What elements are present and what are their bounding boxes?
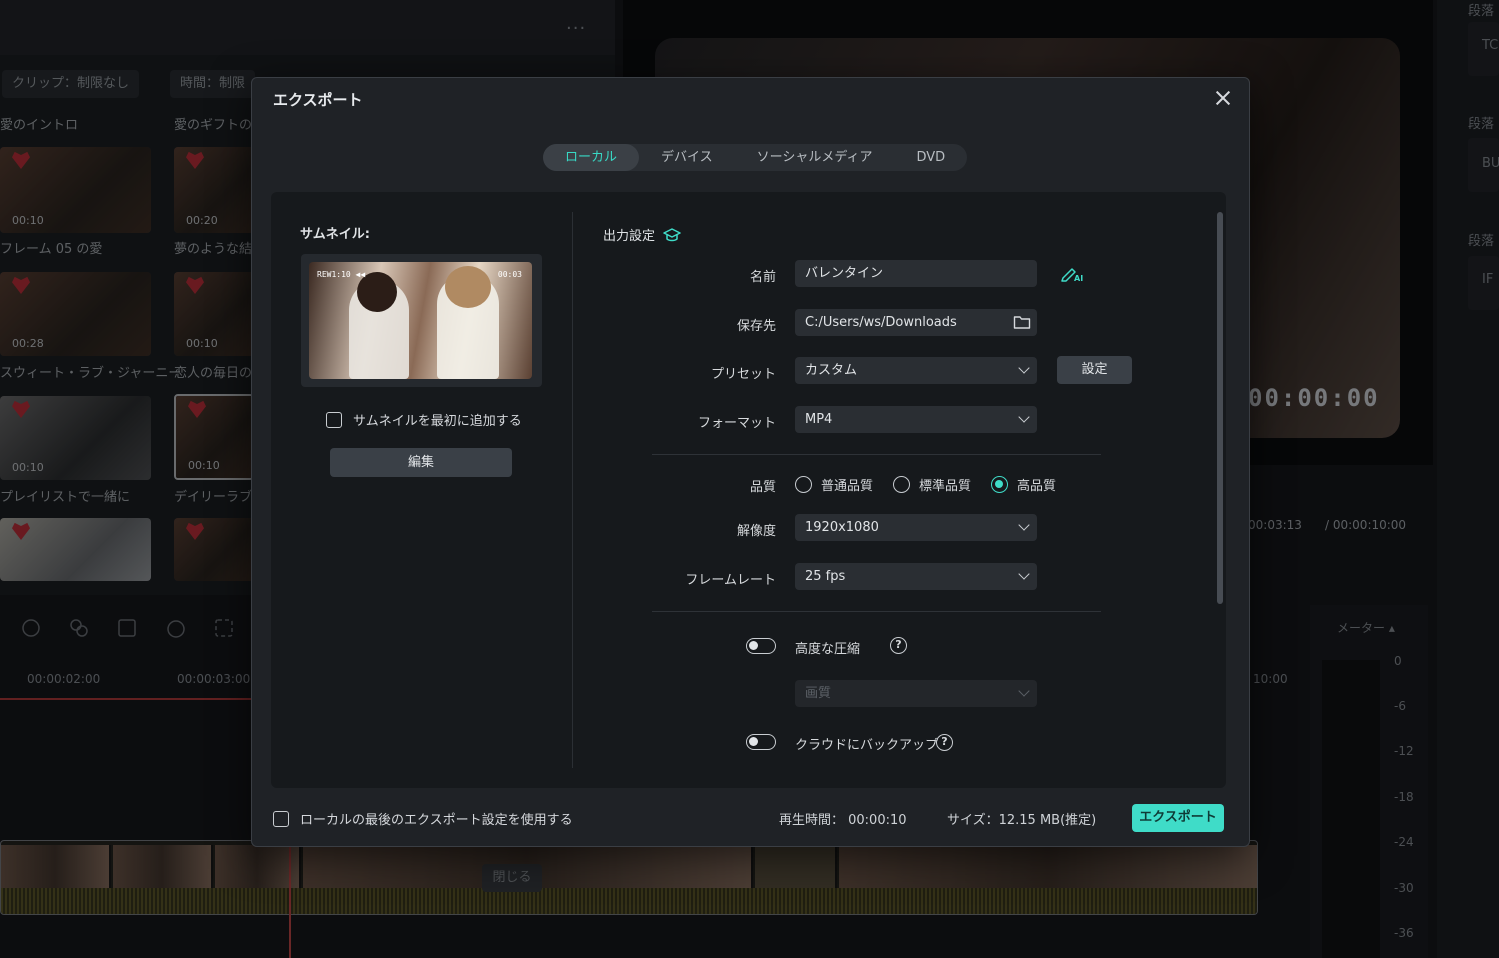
cloud-backup-toggle[interactable]	[746, 734, 776, 750]
quality-option-label: 標準品質	[919, 479, 972, 494]
quality-label: 品質	[749, 480, 776, 495]
chevron-down-icon	[1018, 519, 1030, 531]
svg-text:AI: AI	[1074, 274, 1083, 282]
chevron-down-icon	[1018, 685, 1030, 697]
thumbnail-overlay-left: REW1:10 ◀◀	[317, 270, 366, 279]
graduation-cap-icon[interactable]	[663, 227, 681, 243]
resolution-dropdown[interactable]: 1920x1080	[795, 514, 1037, 541]
framerate-value: 25 fps	[805, 569, 846, 584]
export-settings-panel: サムネイル: REW1:10 ◀◀ 00:03 サムネイルを最初に追加する 編集…	[271, 192, 1226, 788]
ai-rename-icon[interactable]: AI	[1060, 264, 1084, 282]
save-location-value: C:/Users/ws/Downloads	[805, 315, 957, 330]
output-settings-title: 出力設定	[603, 225, 681, 244]
framerate-label: フレームレート	[685, 573, 776, 588]
section-separator	[652, 611, 1101, 612]
radio-circle-selected[interactable]	[991, 476, 1009, 493]
duration-info: 再生時間： 00:00:10	[779, 813, 907, 828]
checkbox-box[interactable]	[326, 411, 342, 428]
quality-option-label: 普通品質	[821, 479, 874, 494]
resolution-label: 解像度	[736, 524, 776, 539]
advanced-compression-label: 高度な圧縮	[795, 642, 861, 657]
resolution-value: 1920x1080	[805, 520, 879, 535]
save-location-input[interactable]: C:/Users/ws/Downloads	[795, 309, 1037, 336]
edit-thumbnail-button[interactable]: 編集	[330, 448, 512, 477]
export-dialog: エクスポート ローカル デバイス ソーシャルメディア DVD サムネイル: RE…	[251, 77, 1250, 847]
quality-high-radio[interactable]: 高品質	[991, 475, 1056, 494]
thumbnail-image: REW1:10 ◀◀ 00:03	[309, 262, 532, 379]
chevron-down-icon	[1018, 362, 1030, 374]
chevron-down-icon	[1018, 411, 1030, 423]
name-input[interactable]: バレンタイン	[795, 260, 1037, 287]
use-last-settings-label: ローカルの最後のエクスポート設定を使用する	[300, 813, 573, 828]
radio-circle[interactable]	[795, 476, 812, 493]
section-separator	[652, 454, 1101, 455]
quality-normal-radio[interactable]: 普通品質	[795, 475, 873, 494]
format-label: フォーマット	[697, 416, 776, 431]
format-dropdown[interactable]: MP4	[795, 406, 1037, 433]
add-thumbnail-first-checkbox[interactable]: サムネイルを最初に追加する	[326, 410, 522, 429]
thumbnail-frame: REW1:10 ◀◀ 00:03	[301, 254, 542, 387]
quality-radio-group: 普通品質 標準品質 高品質	[795, 475, 1056, 494]
export-target-tabs: ローカル デバイス ソーシャルメディア DVD	[543, 144, 968, 171]
dialog-title: エクスポート	[273, 91, 363, 109]
preset-label: プリセット	[710, 367, 776, 382]
cloud-backup-label: クラウドにバックアップ	[795, 738, 939, 753]
output-settings-label: 出力設定	[603, 229, 656, 244]
close-icon[interactable]	[1213, 88, 1233, 108]
export-button[interactable]: エクスポート	[1132, 804, 1224, 832]
add-thumbnail-first-label: サムネイルを最初に追加する	[353, 414, 522, 429]
help-icon[interactable]: ?	[936, 734, 953, 751]
use-last-settings-checkbox[interactable]: ローカルの最後のエクスポート設定を使用する	[273, 809, 573, 828]
settings-scrollbar[interactable]	[1217, 212, 1223, 604]
framerate-dropdown[interactable]: 25 fps	[795, 563, 1037, 590]
chevron-down-icon	[1018, 568, 1030, 580]
quality-standard-radio[interactable]: 標準品質	[893, 475, 971, 494]
compression-quality-dropdown: 画質	[795, 680, 1037, 707]
checkbox-box[interactable]	[273, 810, 289, 827]
help-icon[interactable]: ?	[890, 637, 907, 654]
tab-device[interactable]: デバイス	[639, 144, 735, 171]
tab-local[interactable]: ローカル	[543, 144, 640, 171]
advanced-compression-toggle[interactable]	[746, 638, 776, 654]
format-value: MP4	[805, 412, 833, 427]
preset-settings-button[interactable]: 設定	[1057, 356, 1132, 384]
column-divider	[572, 212, 573, 768]
quality-option-label: 高品質	[1017, 479, 1057, 494]
tab-dvd[interactable]: DVD	[894, 144, 967, 171]
radio-circle[interactable]	[893, 476, 911, 493]
save-location-label: 保存先	[736, 319, 776, 334]
preset-value: カスタム	[805, 363, 858, 378]
size-info: サイズ：12.15 MB(推定)	[947, 813, 1097, 828]
thumbnail-label: サムネイル:	[300, 227, 370, 242]
tab-social-media[interactable]: ソーシャルメディア	[735, 144, 895, 171]
folder-icon[interactable]	[1013, 314, 1031, 330]
compression-quality-placeholder: 画質	[805, 686, 832, 701]
preset-dropdown[interactable]: カスタム	[795, 357, 1037, 384]
thumbnail-overlay-right: 00:03	[497, 270, 522, 279]
name-label: 名前	[749, 270, 776, 285]
